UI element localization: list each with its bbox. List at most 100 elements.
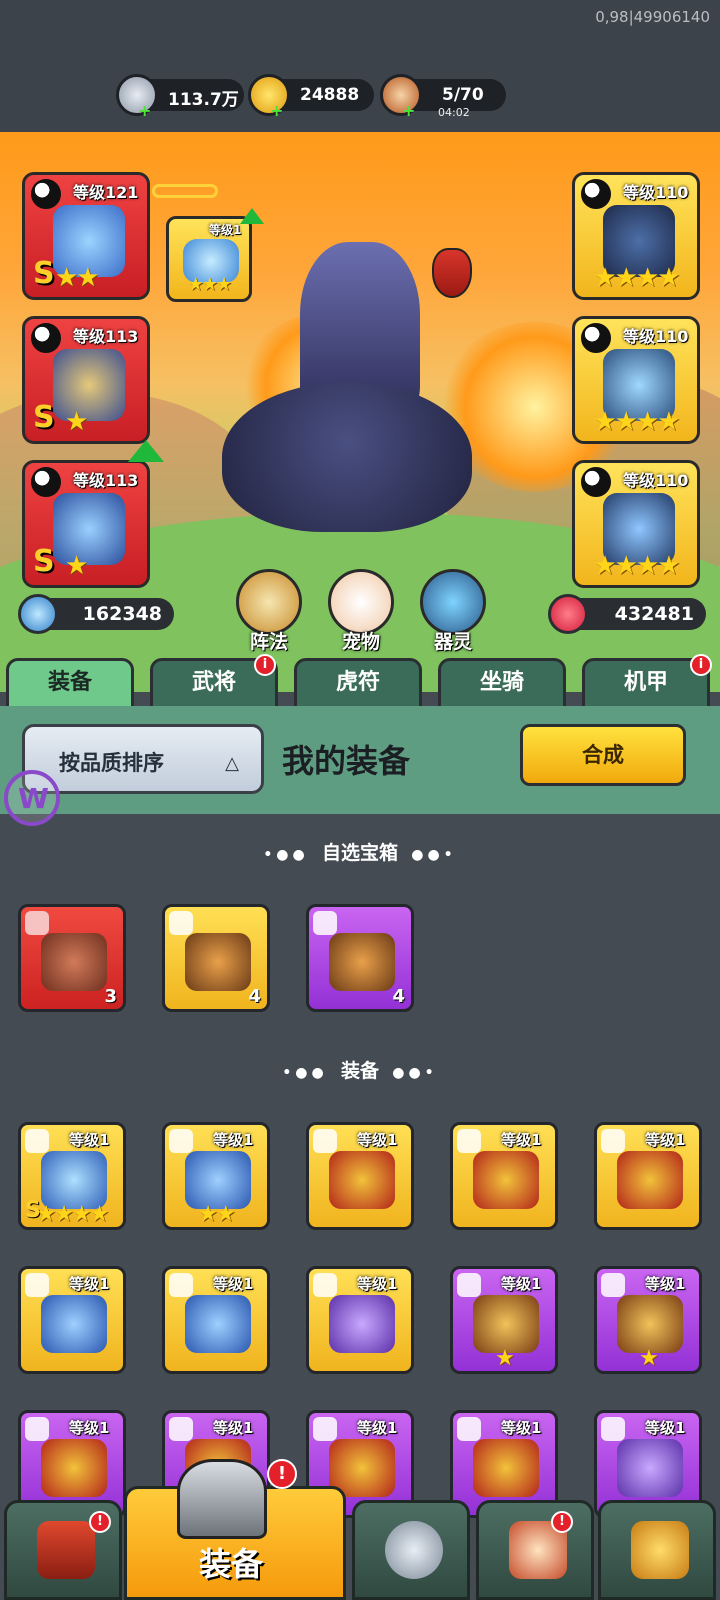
tab-equipment[interactable]: 装备 xyxy=(6,658,134,706)
bracer-slot-icon xyxy=(25,1273,49,1297)
item-level: 等级1 xyxy=(213,1275,254,1293)
sort-label: 按品质排序 xyxy=(59,751,164,775)
helmet-icon xyxy=(177,1459,267,1539)
slot-level: 等级110 xyxy=(623,327,689,346)
spirit-button[interactable]: 器灵 xyxy=(416,569,490,654)
tab-tiger-token[interactable]: 虎符 xyxy=(294,658,422,706)
triangle-up-icon: △ xyxy=(225,753,239,774)
star-rating: ★★ xyxy=(55,263,100,293)
equipment-item[interactable]: 等级1 ★★ xyxy=(162,1122,270,1230)
spirit-label: 器灵 xyxy=(433,631,472,653)
attack-stat: 162348 xyxy=(18,594,174,634)
equipment-item[interactable]: 等级1 xyxy=(450,1122,558,1230)
armor-icon xyxy=(41,1439,107,1497)
equipment-item[interactable]: 等级1 ★ xyxy=(450,1266,558,1374)
star-rating: ★★ xyxy=(198,1202,235,1227)
pet-label: 宠物 xyxy=(341,631,380,653)
chest-item[interactable]: 4 xyxy=(162,904,270,1012)
nav-heroes[interactable]: ! xyxy=(476,1500,594,1600)
sort-dropdown[interactable]: 按品质排序 △ xyxy=(22,724,264,794)
slot-level: 等级113 xyxy=(73,327,139,346)
nav-shop[interactable]: ! xyxy=(4,1500,122,1600)
equipment-item[interactable]: 等级1 S ★★★★ xyxy=(18,1122,126,1230)
notification-badge: ! xyxy=(551,1511,573,1533)
equipment-header: 按品质排序 △ 我的装备 合成 xyxy=(0,706,720,814)
mask-icon xyxy=(432,248,472,298)
grade-label: S xyxy=(33,544,55,579)
equipment-item[interactable]: 等级1 xyxy=(594,1122,702,1230)
mystery-chest-icon xyxy=(329,933,395,991)
upgrade-arrow-icon xyxy=(128,440,164,462)
page-title: 我的装备 xyxy=(282,742,411,780)
armor-slot-icon xyxy=(313,1417,337,1441)
star-rating: ★★★★ xyxy=(36,1202,110,1227)
spirit-icon xyxy=(420,569,486,635)
item-level: 等级1 xyxy=(357,1419,398,1437)
armor-slot-icon xyxy=(25,1417,49,1441)
pet-button[interactable]: 宠物 xyxy=(324,569,398,654)
nav-battle[interactable] xyxy=(352,1500,470,1600)
equip-slot-armor[interactable]: 等级110 ★★★★ xyxy=(572,172,700,300)
stamina-resource[interactable]: 5/70 04:02 + xyxy=(380,74,506,119)
silver-resource[interactable]: 113.7万 + xyxy=(116,74,244,119)
equipment-item[interactable]: 等级1 xyxy=(18,1266,126,1374)
bracer-icon xyxy=(185,1295,251,1353)
compass-icon xyxy=(236,569,302,635)
armor-slot-icon xyxy=(457,1129,481,1153)
nav-equipment[interactable]: ! 装备 xyxy=(124,1459,346,1600)
grade-label: S xyxy=(33,400,55,435)
necklace-icon xyxy=(473,1295,539,1353)
equip-slot-helmet[interactable]: 等级113 S ★ xyxy=(22,460,150,588)
yin-yang-icon xyxy=(581,323,611,353)
necklace-slot-icon xyxy=(601,1273,625,1297)
equip-slot-chained[interactable]: 等级1 ★★★ xyxy=(166,216,252,302)
necklace-slot-icon xyxy=(457,1273,481,1297)
stamina-timer: 04:02 xyxy=(438,106,470,119)
puzzle-icon xyxy=(169,911,193,935)
slot-level: 等级110 xyxy=(623,471,689,490)
chest-item[interactable]: 3 xyxy=(18,904,126,1012)
star-rating: ★★★★ xyxy=(593,263,680,293)
item-level: 等级1 xyxy=(69,1131,110,1149)
equipment-item[interactable]: 等级1 ★ xyxy=(594,1266,702,1374)
chest-section-title: 自选宝箱 xyxy=(321,842,398,864)
equipment-item[interactable]: 等级1 xyxy=(306,1122,414,1230)
equipment-item[interactable]: 等级1 xyxy=(162,1266,270,1374)
tab-mount[interactable]: 坐骑 xyxy=(438,658,566,706)
formation-button[interactable]: 阵法 xyxy=(232,569,306,654)
add-gold-icon[interactable]: + xyxy=(270,103,284,119)
hp-stat: 432481 xyxy=(548,594,706,634)
equip-slot-boots[interactable]: 等级110 ★★★★ xyxy=(572,460,700,588)
notification-badge: ! xyxy=(89,1511,111,1533)
add-stamina-icon[interactable]: + xyxy=(402,103,416,119)
add-silver-icon[interactable]: + xyxy=(138,103,152,119)
star-rating: ★★★★ xyxy=(593,407,680,437)
equipment-item[interactable]: 等级1 xyxy=(306,1266,414,1374)
equip-slot-bracer[interactable]: 等级110 ★★★★ xyxy=(572,316,700,444)
build-info: 0,98|49906140 xyxy=(595,8,710,26)
bracer-icon xyxy=(41,1295,107,1353)
weapon-icon xyxy=(41,1151,107,1209)
armor-icon xyxy=(473,1439,539,1497)
nav-upgrade[interactable] xyxy=(598,1500,716,1600)
yin-yang-icon xyxy=(31,179,61,209)
star-rating: ★★★★ xyxy=(593,551,680,581)
item-level: 等级1 xyxy=(213,1419,254,1437)
armor-icon xyxy=(329,1151,395,1209)
combine-button[interactable]: 合成 xyxy=(520,724,686,786)
item-level: 等级1 xyxy=(501,1275,542,1293)
bottom-nav: ! ! 装备 ! xyxy=(0,1459,720,1600)
formation-label: 阵法 xyxy=(249,631,288,653)
stamina-amount: 5/70 xyxy=(442,85,484,105)
boots-icon xyxy=(329,1295,395,1353)
notification-badge: ! xyxy=(267,1459,297,1489)
boots-slot-icon xyxy=(313,1273,337,1297)
equip-slot-accessory[interactable]: 等级113 S ★ xyxy=(22,316,150,444)
slot-level: 等级110 xyxy=(623,183,689,202)
gold-resource[interactable]: 24888 + xyxy=(248,74,374,119)
necklace-icon xyxy=(617,1295,683,1353)
overlay-logo-icon[interactable]: W xyxy=(4,770,60,826)
chest-item[interactable]: 4 xyxy=(306,904,414,1012)
equip-slot-weapon[interactable]: 等级121 S ★★ xyxy=(22,172,150,300)
upgrade-arrow-icon xyxy=(240,208,264,224)
